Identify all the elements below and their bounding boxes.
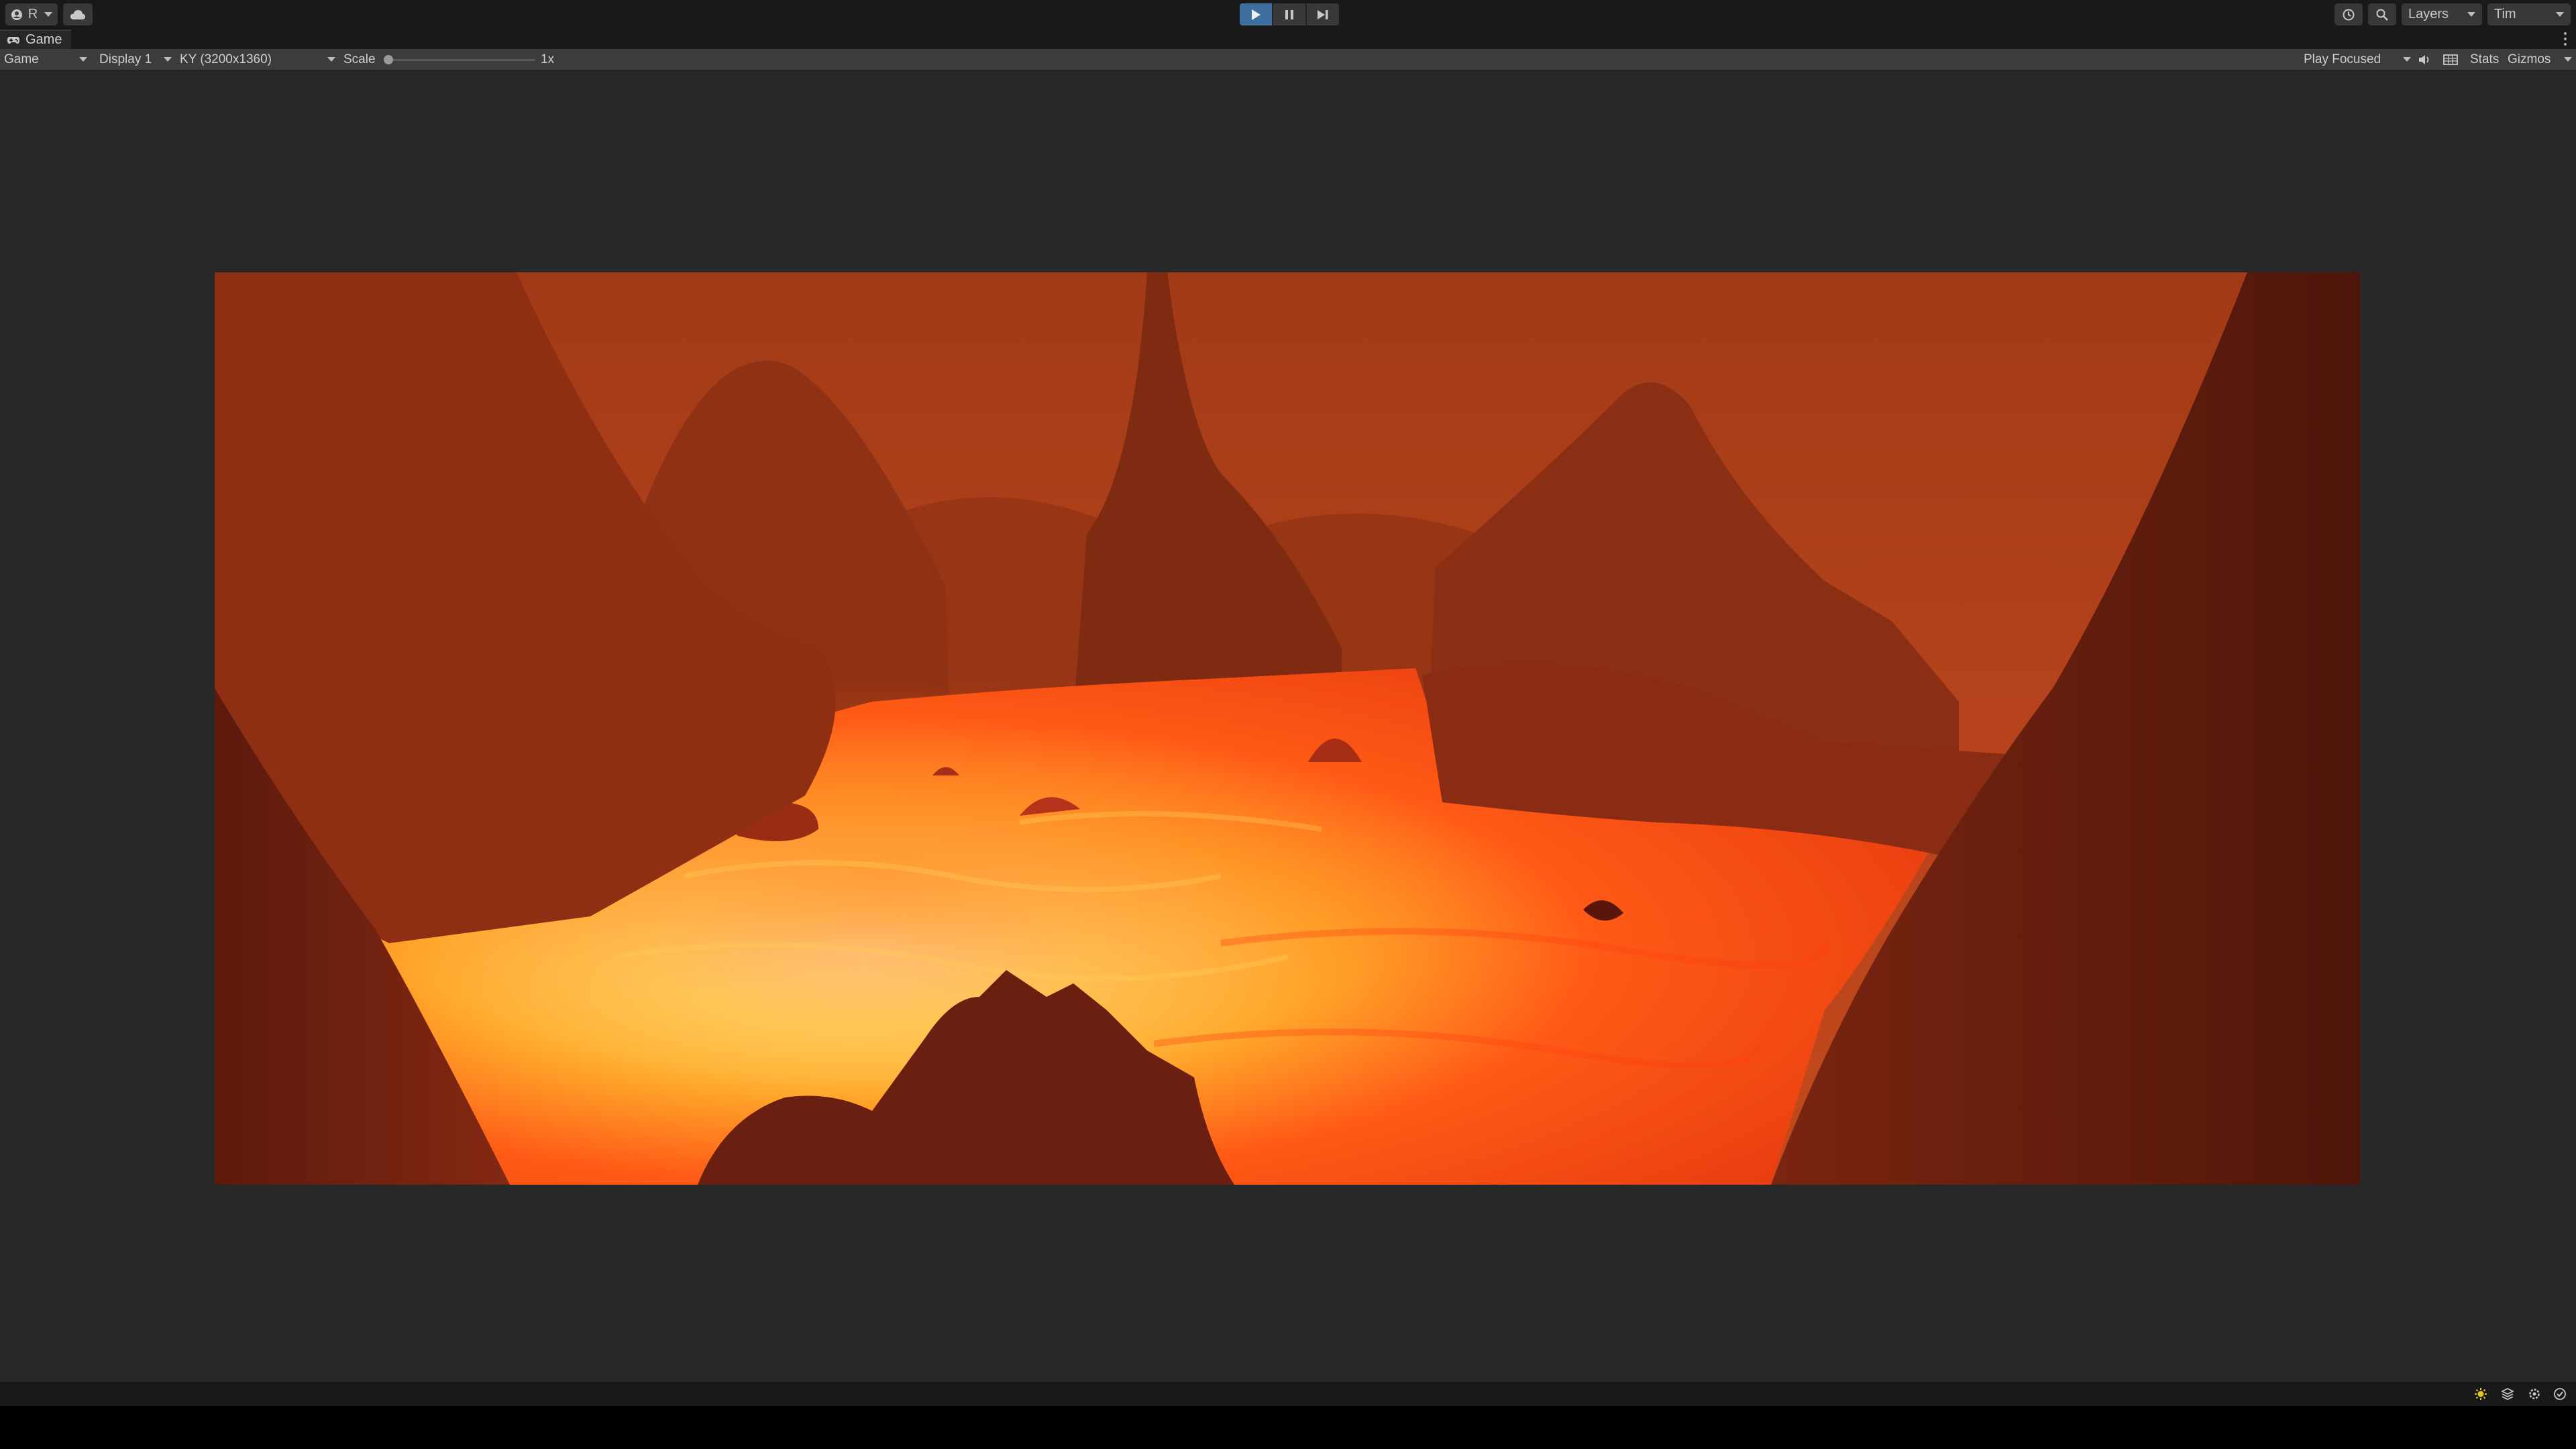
pause-icon xyxy=(1285,9,1293,19)
layout-dropdown[interactable]: Tim xyxy=(2487,3,2571,25)
view-mode-dropdown[interactable]: Game xyxy=(4,49,87,70)
account-label: R xyxy=(28,7,38,21)
history-icon xyxy=(2343,9,2355,20)
view-mode-label: Game xyxy=(4,52,39,66)
play-mode-dropdown[interactable]: Play Focused xyxy=(2304,49,2411,70)
scale-value: 1x xyxy=(541,52,555,66)
main-toolbar: R Layers Tim xyxy=(0,0,2576,30)
display-dropdown[interactable]: Display 1 xyxy=(99,49,172,70)
layers-label: Layers xyxy=(2408,7,2449,21)
game-render-viewport[interactable] xyxy=(215,272,2360,1185)
history-button[interactable] xyxy=(2334,3,2363,25)
display-label: Display 1 xyxy=(99,52,152,66)
search-icon xyxy=(2376,9,2388,21)
chevron-down-icon xyxy=(2467,12,2475,17)
step-button[interactable] xyxy=(1307,3,1339,25)
game-view-toolbar: Game Display 1 KY (3200x1360) Scale 1x P… xyxy=(0,49,2576,71)
settings-icon[interactable] xyxy=(2526,1386,2542,1402)
resolution-dropdown[interactable]: KY (3200x1360) xyxy=(180,49,335,70)
chevron-down-icon xyxy=(2564,57,2572,62)
light-icon[interactable] xyxy=(2473,1386,2489,1402)
gizmos-label: Gizmos xyxy=(2508,52,2551,66)
stats-button[interactable]: Stats xyxy=(2470,49,2499,70)
play-button[interactable] xyxy=(1240,3,1272,25)
lava-scene xyxy=(215,272,2360,1185)
unity-editor: R Layers Tim Game Game Display 1 KY (320… xyxy=(0,0,2576,1449)
scale-slider-track[interactable] xyxy=(388,59,535,61)
user-label: Tim xyxy=(2494,7,2516,21)
tab-game[interactable]: Game xyxy=(0,30,72,49)
playmode-controls xyxy=(1240,3,1339,25)
tab-title: Game xyxy=(25,32,62,47)
cloud-icon xyxy=(70,9,85,19)
mute-icon xyxy=(2419,54,2429,64)
step-icon xyxy=(1318,9,1328,19)
mute-audio-button[interactable] xyxy=(2416,49,2432,70)
resolution-label: KY (3200x1360) xyxy=(180,52,272,66)
scale-label: Scale xyxy=(343,52,376,66)
search-button[interactable] xyxy=(2368,3,2396,25)
chevron-down-icon xyxy=(327,57,335,62)
pause-button[interactable] xyxy=(1273,3,1305,25)
chevron-down-icon xyxy=(79,57,87,62)
gizmos-dropdown[interactable]: Gizmos xyxy=(2508,49,2572,70)
play-icon xyxy=(1252,9,1260,20)
chevron-down-icon xyxy=(2556,12,2564,17)
taskbar-area xyxy=(0,1406,2576,1449)
game-view xyxy=(0,71,2576,1382)
gizmo-grid-button[interactable] xyxy=(2442,49,2459,70)
chevron-down-icon xyxy=(164,57,172,62)
account-icon xyxy=(11,9,22,20)
account-button[interactable]: R xyxy=(5,3,58,25)
checkmark-icon[interactable] xyxy=(2552,1386,2568,1402)
layers-stack-icon[interactable] xyxy=(2500,1386,2516,1402)
layers-dropdown[interactable]: Layers xyxy=(2402,3,2482,25)
scale-slider-handle[interactable] xyxy=(384,55,393,64)
status-bar xyxy=(0,1382,2576,1406)
chevron-down-icon xyxy=(44,12,53,17)
gizmo-grid-icon xyxy=(2443,54,2458,65)
chevron-down-icon xyxy=(2403,57,2411,62)
game-controller-icon xyxy=(7,36,19,44)
tab-bar: Game xyxy=(0,30,2576,49)
kebab-menu-icon[interactable] xyxy=(2563,32,2568,46)
play-mode-label: Play Focused xyxy=(2304,52,2381,66)
cloud-button[interactable] xyxy=(63,3,93,25)
